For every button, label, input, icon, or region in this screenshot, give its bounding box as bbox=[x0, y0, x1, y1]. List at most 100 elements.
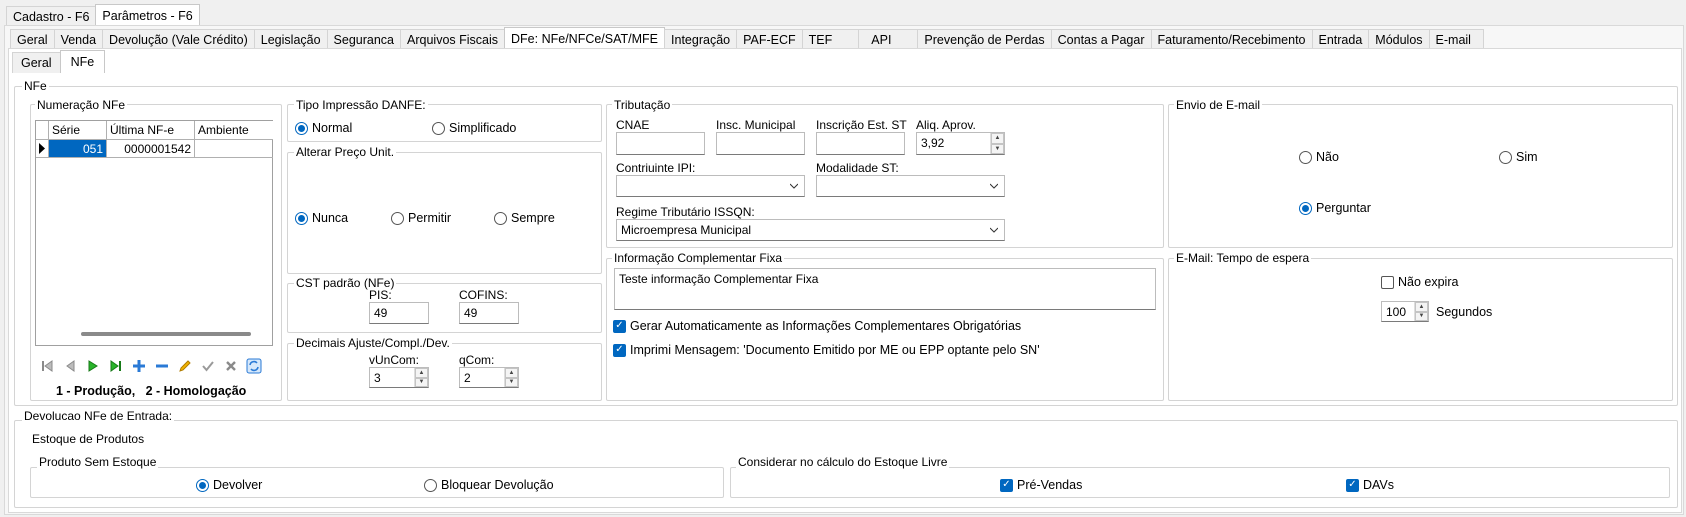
grid-scrollbar[interactable] bbox=[81, 332, 251, 336]
tab-paf-ecf[interactable]: PAF-ECF bbox=[736, 29, 803, 49]
tab-integracao[interactable]: Integração bbox=[664, 29, 738, 49]
sem-estoque-title: Produto Sem Estoque bbox=[37, 455, 159, 469]
subtab-nfe[interactable]: NFe bbox=[59, 50, 106, 73]
check-label: Pré-Vendas bbox=[1017, 478, 1083, 492]
pis-input[interactable]: 49 bbox=[369, 302, 429, 324]
info-complementar-textarea[interactable]: Teste informação Complementar Fixa bbox=[614, 268, 1156, 310]
envio-email-group bbox=[1168, 104, 1673, 248]
grid-header-ambiente[interactable]: Ambiente bbox=[195, 121, 273, 140]
tab-api[interactable]: API bbox=[858, 29, 919, 49]
modalidade-st-combo[interactable] bbox=[816, 175, 1005, 197]
edit-record-icon[interactable] bbox=[174, 355, 196, 377]
insc-municipal-input[interactable] bbox=[716, 132, 805, 155]
check-gerar-auto[interactable]: ✓ Gerar Automaticamente as Informações Co… bbox=[613, 319, 1021, 333]
cancel-record-icon[interactable] bbox=[220, 355, 242, 377]
modalidade-st-label: Modalidade ST: bbox=[816, 161, 899, 175]
tempo-espera-title: E-Mail: Tempo de espera bbox=[1174, 251, 1312, 265]
cell-ambiente[interactable] bbox=[195, 140, 273, 158]
insert-record-icon[interactable] bbox=[128, 355, 150, 377]
tab-geral[interactable]: Geral bbox=[10, 29, 55, 49]
numeracao-grid[interactable]: Série Última NF-e Ambiente 051 000000154… bbox=[35, 120, 273, 346]
cofins-input[interactable]: 49 bbox=[459, 302, 519, 324]
aliq-aprov-spinedit[interactable]: 3,92 ▲ ▼ bbox=[916, 132, 1005, 155]
contribuinte-ipi-combo[interactable] bbox=[616, 175, 805, 197]
qcom-spin[interactable]: ▲ ▼ bbox=[504, 368, 518, 387]
vuncom-spin[interactable]: ▲ ▼ bbox=[414, 368, 428, 387]
tab-parametros[interactable]: Parâmetros - F6 bbox=[95, 4, 200, 26]
check-davs[interactable]: ✓ DAVs bbox=[1346, 478, 1394, 492]
first-record-icon[interactable] bbox=[36, 355, 58, 377]
radio-indicator bbox=[1299, 201, 1312, 215]
spin-up-icon[interactable]: ▲ bbox=[1415, 302, 1428, 312]
radio-preco-nunca[interactable]: Nunca bbox=[295, 211, 348, 225]
tab-entrada[interactable]: Entrada bbox=[1311, 29, 1370, 49]
check-label: DAVs bbox=[1363, 478, 1395, 492]
vuncom-value: 3 bbox=[374, 371, 381, 385]
contribuinte-ipi-label: Contriuinte IPI: bbox=[616, 161, 696, 175]
spin-down-icon[interactable]: ▼ bbox=[1415, 311, 1428, 321]
radio-indicator bbox=[432, 121, 445, 135]
radio-email-perguntar[interactable]: Perguntar bbox=[1299, 201, 1371, 215]
tab-venda[interactable]: Venda bbox=[53, 29, 104, 49]
tab-modulos[interactable]: Módulos bbox=[1368, 29, 1430, 49]
prior-record-icon[interactable] bbox=[59, 355, 81, 377]
segundos-spinedit[interactable]: 100 ▲ ▼ bbox=[1381, 301, 1429, 322]
segundos-spin[interactable]: ▲ ▼ bbox=[1414, 302, 1428, 321]
pis-label: PIS: bbox=[369, 288, 392, 302]
checkbox-indicator: ✓ bbox=[613, 319, 626, 333]
tab-tef[interactable]: TEF bbox=[801, 29, 860, 49]
radio-label: Simplificado bbox=[449, 121, 517, 135]
spin-up-icon[interactable]: ▲ bbox=[991, 133, 1004, 144]
spin-up-icon[interactable]: ▲ bbox=[415, 368, 428, 378]
vuncom-spinedit[interactable]: 3 ▲ ▼ bbox=[369, 367, 429, 388]
radio-indicator bbox=[196, 478, 209, 492]
tab-faturamento[interactable]: Faturamento/Recebimento bbox=[1150, 29, 1313, 49]
check-imprimi-mensagem[interactable]: ✓ Imprimi Mensagem: 'Documento Emitido po… bbox=[613, 343, 1040, 357]
tab-dfe[interactable]: DFe: NFe/NFCe/SAT/MFE bbox=[504, 27, 666, 49]
spin-up-icon[interactable]: ▲ bbox=[505, 368, 518, 378]
cofins-label: COFINS: bbox=[459, 288, 508, 302]
refresh-icon[interactable] bbox=[243, 355, 265, 377]
check-pre-vendas[interactable]: ✓ Pré-Vendas bbox=[1000, 478, 1082, 492]
post-record-icon[interactable] bbox=[197, 355, 219, 377]
aliq-spin[interactable]: ▲ ▼ bbox=[990, 133, 1004, 154]
insc-municipal-label: Insc. Municipal bbox=[716, 118, 796, 132]
radio-email-sim[interactable]: Sim bbox=[1499, 150, 1538, 164]
cnae-input[interactable] bbox=[616, 132, 705, 155]
radio-preco-permitir[interactable]: Permitir bbox=[391, 211, 451, 225]
radio-label: Permitir bbox=[408, 211, 452, 225]
radio-bloquear-devolucao[interactable]: Bloquear Devolução bbox=[424, 478, 554, 492]
insc-est-st-input[interactable] bbox=[816, 132, 905, 155]
spin-down-icon[interactable]: ▼ bbox=[415, 377, 428, 387]
radio-preco-sempre[interactable]: Sempre bbox=[494, 211, 555, 225]
tab-prevencao-perdas[interactable]: Prevenção de Perdas bbox=[917, 29, 1052, 49]
tab-contas-pagar[interactable]: Contas a Pagar bbox=[1050, 29, 1152, 49]
radio-danfe-simplificado[interactable]: Simplificado bbox=[432, 121, 516, 135]
spin-down-icon[interactable]: ▼ bbox=[505, 377, 518, 387]
last-record-icon[interactable] bbox=[105, 355, 127, 377]
radio-indicator bbox=[391, 211, 404, 225]
cell-ultima[interactable]: 0000001542 bbox=[107, 140, 195, 158]
check-nao-expira[interactable]: Não expira bbox=[1381, 275, 1458, 289]
grid-header-ultima[interactable]: Última NF-e bbox=[107, 121, 195, 140]
delete-record-icon[interactable] bbox=[151, 355, 173, 377]
tab-legislacao[interactable]: Legislação bbox=[253, 29, 328, 49]
tab-seguranca[interactable]: Seguranca bbox=[326, 29, 402, 49]
radio-danfe-normal[interactable]: Normal bbox=[295, 121, 352, 135]
qcom-value: 2 bbox=[464, 371, 471, 385]
tab-email[interactable]: E-mail bbox=[1428, 29, 1484, 49]
cell-serie[interactable]: 051 bbox=[49, 140, 107, 158]
subtab-geral[interactable]: Geral bbox=[12, 52, 61, 73]
radio-devolver[interactable]: Devolver bbox=[196, 478, 262, 492]
qcom-spinedit[interactable]: 2 ▲ ▼ bbox=[459, 367, 519, 388]
grid-header-serie[interactable]: Série bbox=[49, 121, 107, 140]
top-tab-bar: Cadastro - F6 Parâmetros - F6 bbox=[6, 4, 200, 26]
radio-email-nao[interactable]: Não bbox=[1299, 150, 1339, 164]
spin-down-icon[interactable]: ▼ bbox=[991, 143, 1004, 154]
tab-cadastro[interactable]: Cadastro - F6 bbox=[6, 6, 97, 26]
aliq-aprov-label: Aliq. Aprov. bbox=[916, 118, 976, 132]
tab-devolucao[interactable]: Devolução (Vale Crédito) bbox=[102, 29, 255, 49]
tab-arquivos-fiscais[interactable]: Arquivos Fiscais bbox=[400, 29, 506, 49]
next-record-icon[interactable] bbox=[82, 355, 104, 377]
regime-issqn-combo[interactable]: Microempresa Municipal bbox=[616, 219, 1005, 241]
